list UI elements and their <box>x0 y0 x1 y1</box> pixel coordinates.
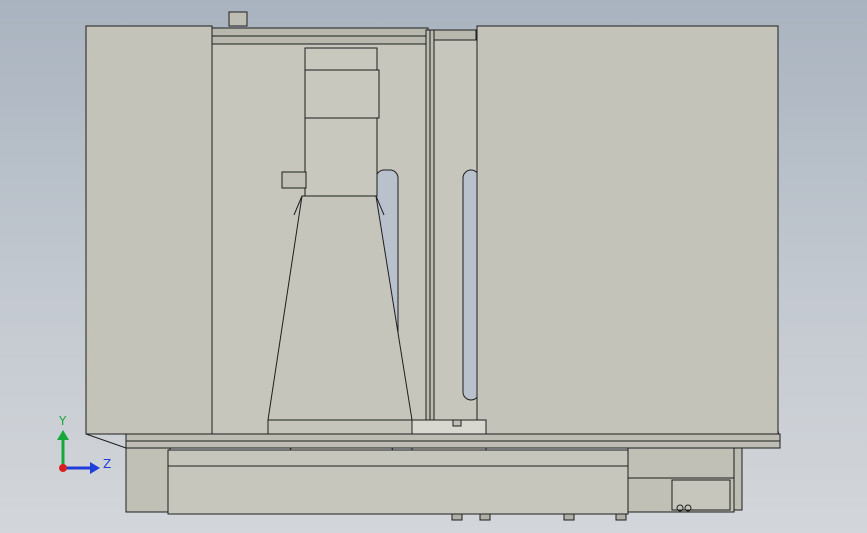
y-axis-label: Y <box>59 414 67 428</box>
spindle-head-top <box>304 47 378 71</box>
base-frame <box>167 449 629 515</box>
cad-graphics-area[interactable]: Y Z <box>0 0 867 533</box>
machine-model-front-view[interactable] <box>0 0 867 533</box>
spindle-head-lower <box>304 117 378 197</box>
right-door-panel <box>476 25 779 435</box>
spindle-side-bracket <box>281 171 307 189</box>
left-door-panel <box>85 25 213 435</box>
column-base <box>267 419 413 435</box>
base-left-leg <box>125 447 171 513</box>
z-axis-label: Z <box>103 457 112 471</box>
spindle-head-mid <box>304 69 380 119</box>
top-handle-block <box>228 11 248 27</box>
base-right-post <box>733 447 743 511</box>
